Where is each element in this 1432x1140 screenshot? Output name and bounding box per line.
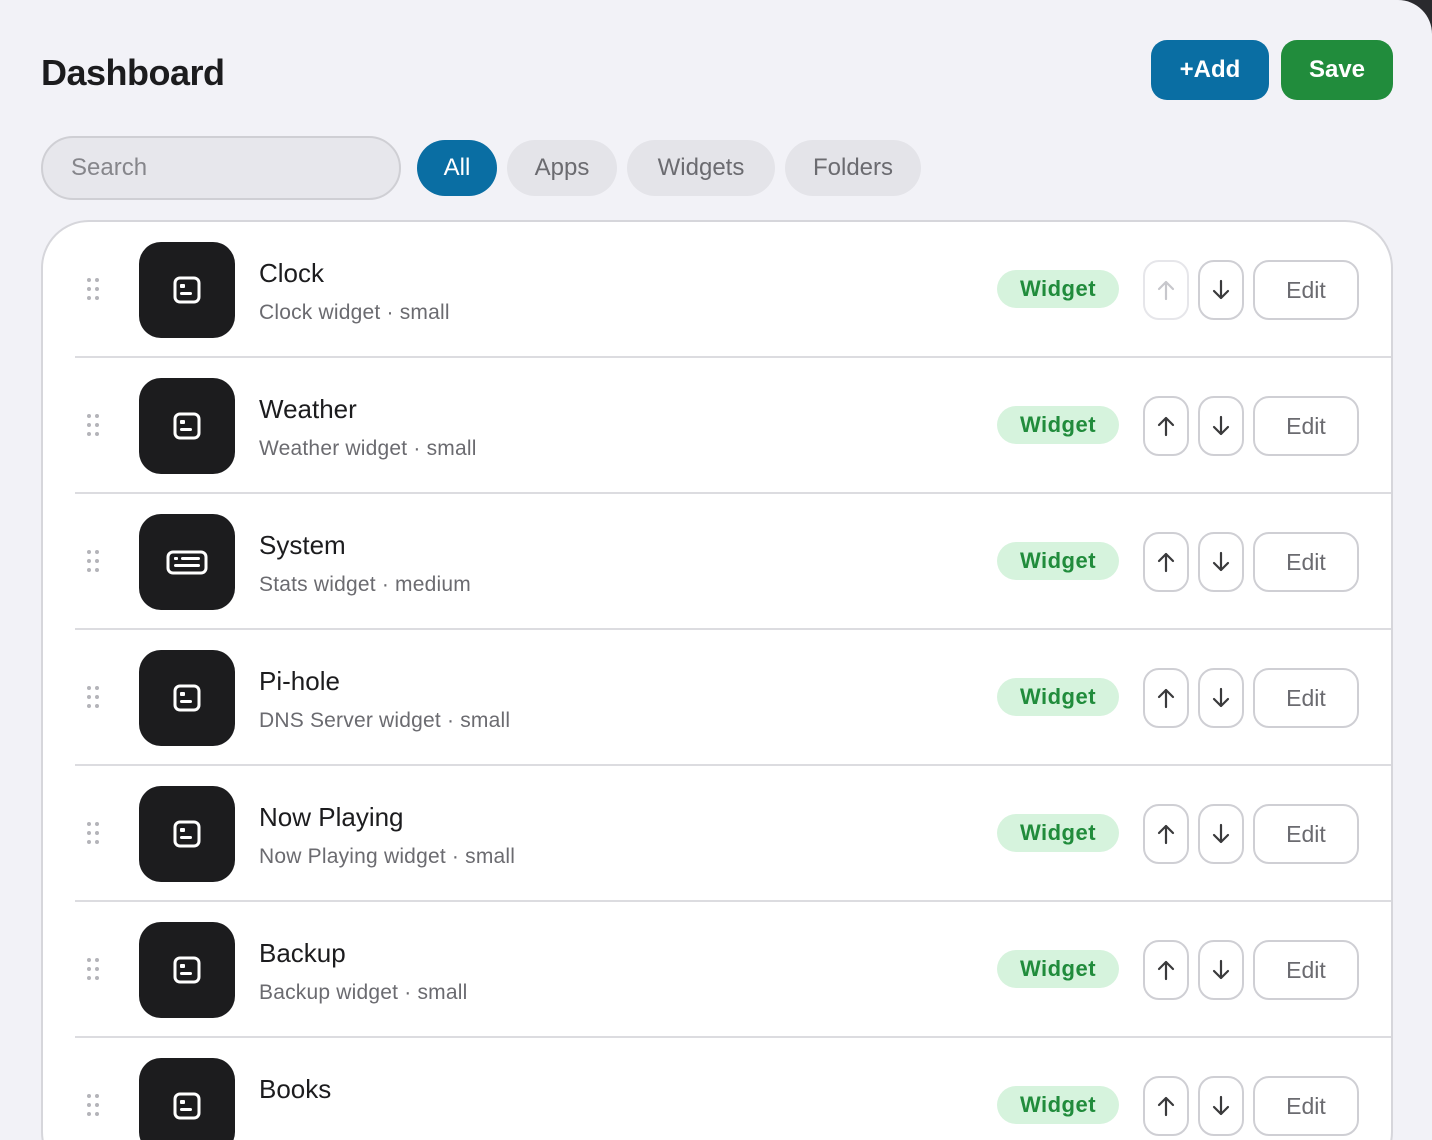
edit-button[interactable]: Edit	[1253, 396, 1359, 456]
type-badge: Widget	[997, 1086, 1119, 1124]
page-header: Dashboard +Add Save	[41, 40, 1393, 100]
drag-handle-icon[interactable]	[87, 1094, 101, 1116]
type-badge: Widget	[997, 678, 1119, 716]
filter-all[interactable]: All	[417, 140, 497, 196]
list-item: System Stats widget · medium Widget Edit	[75, 494, 1391, 630]
list-item: Weather Weather widget · small Widget Ed…	[75, 358, 1391, 494]
list-item: Pi-hole DNS Server widget · small Widget…	[75, 630, 1391, 766]
list-item: Clock Clock widget · small Widget Edit	[75, 222, 1391, 358]
list-item: Backup Backup widget · small Widget Edit	[75, 902, 1391, 1038]
filter-folders[interactable]: Folders	[785, 140, 921, 196]
drag-handle-icon[interactable]	[87, 550, 101, 572]
move-up-button[interactable]	[1143, 668, 1189, 728]
item-name: Clock	[259, 258, 325, 288]
move-down-button[interactable]	[1198, 260, 1244, 320]
item-icon-tile	[139, 922, 235, 1018]
small-widget-icon	[173, 820, 201, 848]
item-icon-tile	[139, 1058, 235, 1140]
filter-apps[interactable]: Apps	[507, 140, 617, 196]
items-list: Clock Clock widget · small Widget Edit W…	[41, 220, 1393, 1140]
small-widget-icon	[173, 956, 201, 984]
drag-handle-icon[interactable]	[87, 686, 101, 708]
type-badge: Widget	[997, 814, 1119, 852]
arrow-down-icon	[1212, 959, 1230, 980]
item-icon-tile	[139, 242, 235, 338]
arrow-up-icon	[1157, 280, 1175, 301]
list-item: Books Widget Edit	[75, 1038, 1391, 1140]
type-badge: Widget	[997, 270, 1119, 308]
move-up-button[interactable]	[1143, 804, 1189, 864]
move-down-button[interactable]	[1198, 396, 1244, 456]
edit-button[interactable]: Edit	[1253, 532, 1359, 592]
small-widget-icon	[173, 1092, 201, 1120]
medium-widget-icon	[166, 550, 208, 575]
app-window: Dashboard +Add Save All Apps Widgets Fol…	[0, 0, 1432, 1140]
arrow-up-icon	[1157, 824, 1175, 845]
small-widget-icon	[173, 684, 201, 712]
search-input[interactable]	[41, 136, 401, 200]
item-name: System	[259, 530, 346, 560]
item-icon-tile	[139, 514, 235, 610]
add-button[interactable]: +Add	[1151, 40, 1269, 100]
type-badge: Widget	[997, 406, 1119, 444]
item-description: DNS Server widget · small	[259, 709, 511, 732]
small-widget-icon	[173, 412, 201, 440]
item-icon-tile	[139, 786, 235, 882]
arrow-up-icon	[1157, 1096, 1175, 1117]
edit-button[interactable]: Edit	[1253, 260, 1359, 320]
type-badge: Widget	[997, 950, 1119, 988]
page-title: Dashboard	[41, 52, 225, 93]
move-up-button[interactable]	[1143, 1076, 1189, 1136]
edit-button[interactable]: Edit	[1253, 804, 1359, 864]
arrow-down-icon	[1212, 551, 1230, 572]
item-description: Weather widget · small	[259, 437, 477, 460]
small-widget-icon	[173, 276, 201, 304]
item-name: Books	[259, 1074, 332, 1104]
filter-widgets[interactable]: Widgets	[627, 140, 775, 196]
item-name: Now Playing	[259, 802, 404, 832]
item-icon-tile	[139, 378, 235, 474]
arrow-down-icon	[1212, 415, 1230, 436]
move-up-button	[1143, 260, 1189, 320]
arrow-up-icon	[1157, 552, 1175, 573]
item-description: Backup widget · small	[259, 981, 468, 1004]
item-name: Pi-hole	[259, 666, 340, 696]
drag-handle-icon[interactable]	[87, 278, 101, 300]
arrow-down-icon	[1212, 1095, 1230, 1116]
edit-button[interactable]: Edit	[1253, 940, 1359, 1000]
edit-button[interactable]: Edit	[1253, 668, 1359, 728]
drag-handle-icon[interactable]	[87, 822, 101, 844]
item-description: Now Playing widget · small	[259, 845, 516, 868]
item-description: Stats widget · medium	[259, 573, 471, 596]
arrow-down-icon	[1212, 823, 1230, 844]
item-name: Weather	[259, 394, 357, 424]
item-icon-tile	[139, 650, 235, 746]
edit-button[interactable]: Edit	[1253, 1076, 1359, 1136]
move-down-button[interactable]	[1198, 804, 1244, 864]
item-name: Backup	[259, 938, 346, 968]
list-item: Now Playing Now Playing widget · small W…	[75, 766, 1391, 902]
save-button[interactable]: Save	[1281, 40, 1393, 100]
arrow-down-icon	[1212, 279, 1230, 300]
move-up-button[interactable]	[1143, 940, 1189, 1000]
type-badge: Widget	[997, 542, 1119, 580]
move-down-button[interactable]	[1198, 532, 1244, 592]
move-up-button[interactable]	[1143, 396, 1189, 456]
arrow-up-icon	[1157, 960, 1175, 981]
item-description: Clock widget · small	[259, 301, 450, 324]
drag-handle-icon[interactable]	[87, 414, 101, 436]
arrow-up-icon	[1157, 688, 1175, 709]
arrow-up-icon	[1157, 416, 1175, 437]
move-down-button[interactable]	[1198, 940, 1244, 1000]
arrow-down-icon	[1212, 687, 1230, 708]
move-up-button[interactable]	[1143, 532, 1189, 592]
move-down-button[interactable]	[1198, 1076, 1244, 1136]
drag-handle-icon[interactable]	[87, 958, 101, 980]
move-down-button[interactable]	[1198, 668, 1244, 728]
